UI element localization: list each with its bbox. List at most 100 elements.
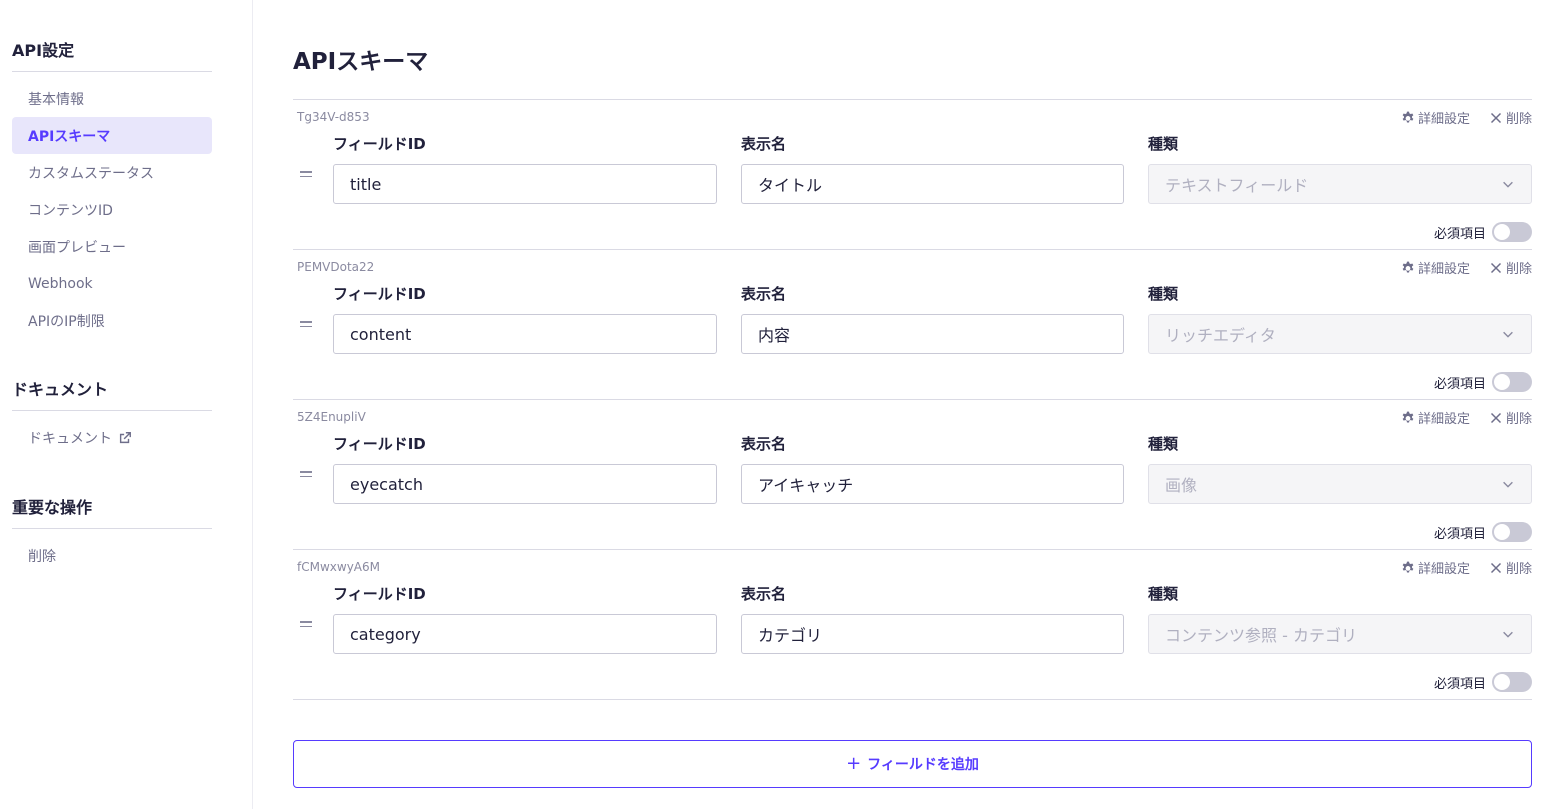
chevron-down-icon xyxy=(1503,481,1513,488)
gear-icon xyxy=(1402,111,1414,122)
detail-settings-button[interactable]: 詳細設定 xyxy=(1400,408,1470,427)
gear-icon xyxy=(1402,561,1414,572)
field-key: PEMVDota22 xyxy=(297,260,375,274)
type-select[interactable]: テキストフィールド xyxy=(1148,164,1532,204)
field-id-label: フィールドID xyxy=(333,135,426,153)
page-title: APIスキーマ xyxy=(293,49,429,75)
drag-handle-icon[interactable] xyxy=(300,471,312,479)
field-id-label: フィールドID xyxy=(333,285,426,303)
sidebar-item-webhook[interactable]: Webhook xyxy=(12,265,212,302)
delete-field-button[interactable]: 削除 xyxy=(1488,108,1532,127)
sidebar: API設定 基本情報 APIスキーマ カスタムステータス コンテンツID 画面プ… xyxy=(0,0,253,809)
delete-field-button[interactable]: 削除 xyxy=(1488,408,1532,427)
close-icon xyxy=(1490,562,1502,573)
close-icon xyxy=(1490,112,1502,123)
sidebar-item-documents[interactable]: ドキュメント xyxy=(12,419,212,456)
detail-settings-button[interactable]: 詳細設定 xyxy=(1400,108,1470,127)
sidebar-heading: API設定 xyxy=(12,40,212,72)
detail-settings-button[interactable]: 詳細設定 xyxy=(1400,558,1470,577)
type-select-value: コンテンツ参照 - カテゴリ xyxy=(1165,626,1357,645)
required-setting: 必須項目 xyxy=(1434,372,1532,392)
field-key: 5Z4EnupliV xyxy=(297,410,366,424)
type-label: 種類 xyxy=(1148,285,1179,303)
type-label: 種類 xyxy=(1148,585,1179,603)
field-id-column: フィールドID xyxy=(333,584,717,654)
detail-settings-label: 詳細設定 xyxy=(1417,562,1470,577)
delete-label: 削除 xyxy=(1505,112,1532,127)
required-setting: 必須項目 xyxy=(1434,222,1532,242)
type-select[interactable]: コンテンツ参照 - カテゴリ xyxy=(1148,614,1532,654)
gear-icon xyxy=(1402,261,1414,272)
type-column: 種類 画像 xyxy=(1148,434,1532,504)
sidebar-item-custom-status[interactable]: カスタムステータス xyxy=(12,154,212,191)
sidebar-heading: ドキュメント xyxy=(12,379,212,411)
field-row: fCMwxwyA6M 詳細設定 削除 フィールドID 表示名 xyxy=(293,550,1532,700)
display-name-label: 表示名 xyxy=(741,585,787,603)
display-name-input[interactable] xyxy=(741,164,1124,204)
row-actions: 詳細設定 削除 xyxy=(1400,108,1532,127)
required-label: 必須項目 xyxy=(1433,526,1486,542)
display-name-column: 表示名 xyxy=(741,134,1124,204)
gear-icon xyxy=(1402,411,1414,422)
delete-label: 削除 xyxy=(1505,412,1532,427)
required-toggle[interactable] xyxy=(1492,372,1532,392)
delete-label: 削除 xyxy=(1505,562,1532,577)
required-toggle[interactable] xyxy=(1492,222,1532,242)
row-actions: 詳細設定 削除 xyxy=(1400,258,1532,277)
sidebar-section-api-settings: API設定 基本情報 APIスキーマ カスタムステータス コンテンツID 画面プ… xyxy=(12,40,212,339)
delete-field-button[interactable]: 削除 xyxy=(1488,558,1532,577)
field-row: Tg34V-d853 詳細設定 削除 フィールドID 表示名 xyxy=(293,100,1532,250)
sidebar-item-api-ip-limit[interactable]: APIのIP制限 xyxy=(12,302,212,339)
display-name-column: 表示名 xyxy=(741,284,1124,354)
field-id-label: フィールドID xyxy=(333,435,426,453)
sidebar-item-screen-preview[interactable]: 画面プレビュー xyxy=(12,228,212,265)
field-id-input[interactable] xyxy=(333,464,717,504)
display-name-column: 表示名 xyxy=(741,434,1124,504)
sidebar-item-content-id[interactable]: コンテンツID xyxy=(12,191,212,228)
display-name-input[interactable] xyxy=(741,614,1124,654)
sidebar-item-delete[interactable]: 削除 xyxy=(12,537,212,574)
chevron-down-icon xyxy=(1503,331,1513,338)
required-toggle[interactable] xyxy=(1492,522,1532,542)
field-id-column: フィールドID xyxy=(333,434,717,504)
required-setting: 必須項目 xyxy=(1434,522,1532,542)
type-column: 種類 コンテンツ参照 - カテゴリ xyxy=(1148,584,1532,654)
field-id-input[interactable] xyxy=(333,614,717,654)
sidebar-section-danger: 重要な操作 削除 xyxy=(12,497,212,574)
required-label: 必須項目 xyxy=(1433,376,1486,392)
display-name-input[interactable] xyxy=(741,464,1124,504)
sidebar-item-label: ドキュメント xyxy=(28,430,112,447)
drag-handle-icon[interactable] xyxy=(300,171,312,179)
row-actions: 詳細設定 削除 xyxy=(1400,558,1532,577)
close-icon xyxy=(1490,262,1502,273)
required-toggle[interactable] xyxy=(1492,672,1532,692)
field-row: PEMVDota22 詳細設定 削除 フィールドID 表示名 xyxy=(293,250,1532,400)
type-select-value: リッチエディタ xyxy=(1165,326,1276,345)
field-key: Tg34V-d853 xyxy=(297,110,370,124)
display-name-label: 表示名 xyxy=(741,135,787,153)
field-id-input[interactable] xyxy=(333,164,717,204)
external-link-icon xyxy=(119,431,131,443)
sidebar-item-api-schema[interactable]: APIスキーマ xyxy=(12,117,212,154)
drag-handle-icon[interactable] xyxy=(300,621,312,629)
field-id-column: フィールドID xyxy=(333,134,717,204)
display-name-input[interactable] xyxy=(741,314,1124,354)
field-id-input[interactable] xyxy=(333,314,717,354)
sidebar-item-basic-info[interactable]: 基本情報 xyxy=(12,80,212,117)
type-select[interactable]: リッチエディタ xyxy=(1148,314,1532,354)
chevron-down-icon xyxy=(1503,181,1513,188)
field-id-column: フィールドID xyxy=(333,284,717,354)
type-select[interactable]: 画像 xyxy=(1148,464,1532,504)
drag-handle-icon[interactable] xyxy=(300,321,312,329)
detail-settings-button[interactable]: 詳細設定 xyxy=(1400,258,1470,277)
add-field-button[interactable]: + フィールドを追加 xyxy=(293,740,1532,788)
delete-field-button[interactable]: 削除 xyxy=(1488,258,1532,277)
required-setting: 必須項目 xyxy=(1434,672,1532,692)
field-key: fCMwxwyA6M xyxy=(297,560,380,574)
detail-settings-label: 詳細設定 xyxy=(1417,112,1470,127)
type-label: 種類 xyxy=(1148,435,1179,453)
display-name-column: 表示名 xyxy=(741,584,1124,654)
display-name-label: 表示名 xyxy=(741,285,787,303)
chevron-down-icon xyxy=(1503,631,1513,638)
row-actions: 詳細設定 削除 xyxy=(1400,408,1532,427)
